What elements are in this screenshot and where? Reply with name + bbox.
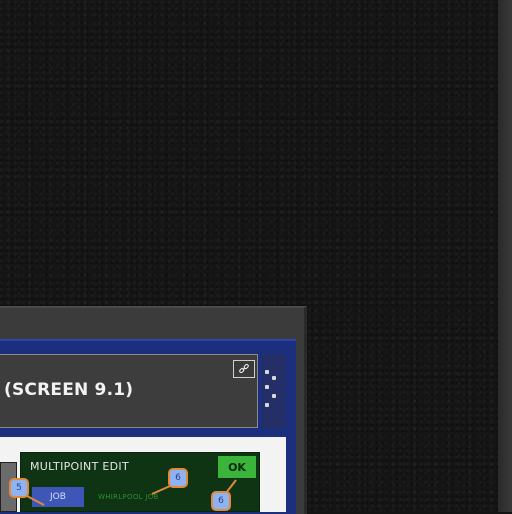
callout-marker: 5 bbox=[9, 478, 29, 498]
screen-title: (SCREEN 9.1) bbox=[4, 380, 134, 400]
link-icon[interactable] bbox=[233, 360, 255, 378]
connector-dot bbox=[265, 370, 269, 374]
window-edge bbox=[498, 0, 512, 512]
link-icon-glyph bbox=[239, 363, 249, 374]
side-connector-strip bbox=[262, 354, 286, 428]
connector-dot bbox=[265, 403, 269, 407]
connector-dot bbox=[272, 376, 276, 380]
multipoint-edit-heading: MULTIPOINT EDIT bbox=[30, 460, 129, 473]
job-sub-label: WHIRLPOOL JOB bbox=[98, 493, 159, 501]
connector-dot bbox=[272, 394, 276, 398]
callout-marker: 6 bbox=[168, 468, 188, 488]
ok-button[interactable]: OK bbox=[218, 456, 256, 478]
connector-dot bbox=[265, 385, 269, 389]
callout-marker: 6 bbox=[211, 491, 231, 511]
job-button[interactable]: JOB bbox=[32, 487, 84, 507]
